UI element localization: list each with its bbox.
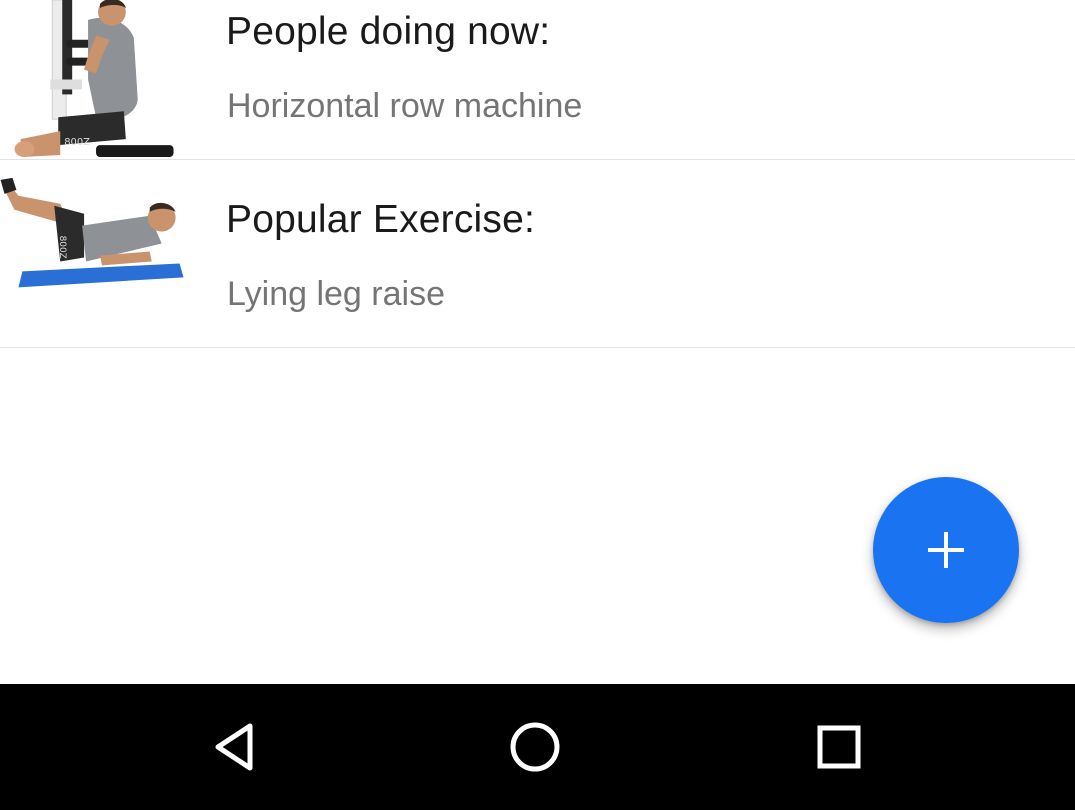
- row-subtitle: Horizontal row machine: [227, 87, 583, 125]
- app-screen: 800Z People doing now: Horizontal row ma…: [0, 0, 1075, 810]
- recent-apps-square-icon: [817, 725, 861, 769]
- plus-icon: [928, 532, 964, 568]
- row-title: People doing now:: [226, 10, 551, 53]
- svg-text:800Z: 800Z: [64, 137, 90, 148]
- row-machine-illustration: 800Z: [14, 0, 174, 158]
- list-item-popular-exercise[interactable]: 800Z Popular Exercise: Lying leg raise: [0, 160, 1075, 348]
- exercise-info-list: 800Z People doing now: Horizontal row ma…: [0, 0, 1075, 348]
- system-navigation-bar: [0, 684, 1075, 810]
- nav-recent-apps-button[interactable]: [809, 717, 869, 777]
- leg-raise-illustration: 800Z: [0, 177, 184, 288]
- svg-text:800Z: 800Z: [57, 236, 67, 259]
- row-title: Popular Exercise:: [226, 198, 536, 241]
- add-fab-button[interactable]: [873, 477, 1019, 623]
- home-circle-icon: [510, 722, 560, 772]
- row-subtitle: Lying leg raise: [227, 275, 445, 313]
- back-triangle-icon: [215, 723, 253, 771]
- list-item-people-doing-now[interactable]: 800Z People doing now: Horizontal row ma…: [0, 0, 1075, 160]
- nav-back-button[interactable]: [205, 717, 265, 777]
- nav-home-button[interactable]: [505, 717, 565, 777]
